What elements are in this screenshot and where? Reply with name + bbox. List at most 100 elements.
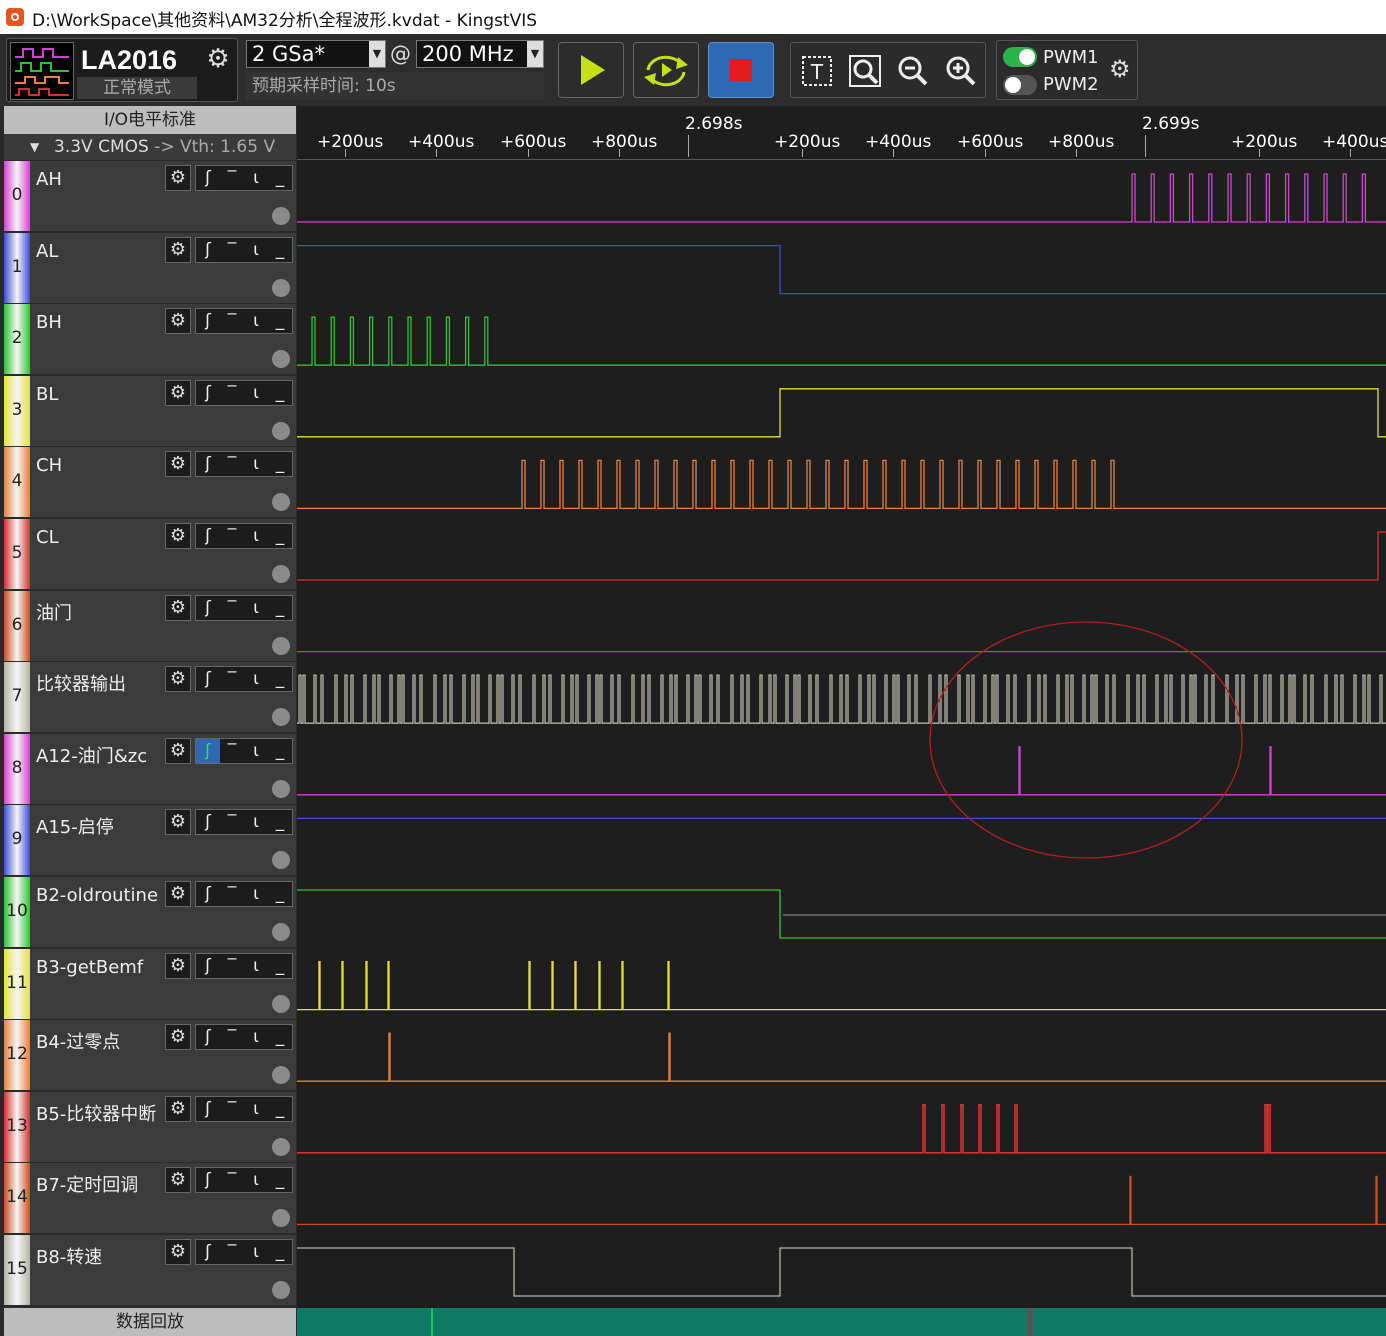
falling-edge-trigger-icon[interactable]: ɩ [244, 954, 268, 978]
channel-settings-gear-icon[interactable]: ⚙ [165, 881, 191, 907]
low-level-trigger-icon[interactable]: _ [268, 954, 292, 978]
time-ruler[interactable]: +200us +400us +600us +800us +200us +400us +600… [297, 106, 1386, 160]
rising-edge-trigger-icon[interactable]: ʃ [196, 738, 220, 763]
low-level-trigger-icon[interactable]: _ [268, 667, 292, 691]
channel-settings-gear-icon[interactable]: ⚙ [165, 236, 191, 263]
low-level-trigger-icon[interactable]: _ [268, 596, 292, 620]
channel-name[interactable]: B4-过零点 [36, 1028, 120, 1054]
low-level-trigger-icon[interactable]: _ [268, 1025, 292, 1049]
channel-settings-gear-icon[interactable]: ⚙ [165, 1095, 191, 1122]
channel-status-dot[interactable] [272, 1281, 290, 1299]
channel-status-dot[interactable] [272, 636, 290, 655]
channel-name[interactable]: B2-oldroutine [36, 885, 158, 906]
channel-settings-gear-icon[interactable]: ⚙ [165, 594, 191, 621]
io-standard-select[interactable]: ▼ 3.3V CMOS -> Vth: 1.65 V [4, 134, 296, 160]
text-cursor-icon[interactable]: T [797, 51, 837, 91]
falling-edge-trigger-icon[interactable]: ɩ [244, 596, 268, 620]
channel-name[interactable]: B3-getBemf [36, 957, 143, 978]
channel-name[interactable]: B5-比较器中断 [36, 1100, 156, 1126]
low-level-trigger-icon[interactable]: _ [268, 309, 292, 333]
rising-edge-trigger-icon[interactable]: ʃ [196, 882, 220, 906]
channel-settings-gear-icon[interactable]: ⚙ [165, 1239, 191, 1265]
high-level-trigger-icon[interactable]: ‾ [220, 810, 244, 834]
low-level-trigger-icon[interactable]: _ [268, 1240, 292, 1264]
channel-row[interactable]: 13 B5-比较器中断 ⚙ ʃ ‾ ɩ _ [4, 1091, 296, 1162]
falling-edge-trigger-icon[interactable]: ɩ [244, 524, 268, 548]
device-mode[interactable]: 正常模式 [77, 77, 197, 99]
channel-name[interactable]: AH [36, 169, 62, 190]
device-settings-gear-icon[interactable]: ⚙ [201, 43, 235, 75]
channel-name[interactable]: BL [36, 384, 58, 405]
rising-edge-trigger-icon[interactable]: ʃ [196, 309, 220, 333]
falling-edge-trigger-icon[interactable]: ɩ [244, 1025, 268, 1049]
rising-edge-trigger-icon[interactable]: ʃ [196, 1025, 220, 1049]
zoom-in-icon[interactable] [941, 51, 981, 91]
channel-status-dot[interactable] [272, 421, 290, 440]
channel-name[interactable]: A15-启停 [36, 813, 114, 839]
channel-status-dot[interactable] [272, 851, 290, 870]
channel-row[interactable]: 1 AL ⚙ ʃ ‾ ɩ _ [4, 232, 296, 303]
falling-edge-trigger-icon[interactable]: ɩ [244, 166, 268, 190]
channel-row[interactable]: 6 油门 ⚙ ʃ ‾ ɩ _ [4, 590, 296, 661]
high-level-trigger-icon[interactable]: ‾ [220, 238, 244, 262]
falling-edge-trigger-icon[interactable]: ɩ [244, 810, 268, 834]
channel-settings-gear-icon[interactable]: ⚙ [165, 379, 191, 406]
channel-row[interactable]: 4 CH ⚙ ʃ ‾ ɩ _ [4, 447, 296, 518]
channel-name[interactable]: AL [36, 241, 58, 262]
logic-analyzer-icon[interactable] [10, 42, 74, 100]
rising-edge-trigger-icon[interactable]: ʃ [196, 1168, 220, 1192]
channel-settings-gear-icon[interactable]: ⚙ [165, 666, 191, 693]
rising-edge-trigger-icon[interactable]: ʃ [196, 524, 220, 548]
high-level-trigger-icon[interactable]: ‾ [220, 1240, 244, 1264]
stop-capture-button[interactable] [708, 42, 774, 98]
high-level-trigger-icon[interactable]: ‾ [220, 309, 244, 333]
playback-view-handle[interactable] [1027, 1308, 1033, 1336]
high-level-trigger-icon[interactable]: ‾ [220, 596, 244, 620]
channel-name[interactable]: 油门 [36, 599, 72, 625]
low-level-trigger-icon[interactable]: _ [268, 739, 292, 763]
channel-settings-gear-icon[interactable]: ⚙ [165, 737, 191, 764]
loop-capture-button[interactable] [633, 42, 699, 98]
frequency-select[interactable]: 200 MHz ▼ [416, 40, 544, 68]
high-level-trigger-icon[interactable]: ‾ [220, 381, 244, 405]
channel-row[interactable]: 12 B4-过零点 ⚙ ʃ ‾ ɩ _ [4, 1020, 296, 1091]
channel-name[interactable]: BH [36, 312, 62, 333]
channel-row[interactable]: 8 A12-油门&zc ⚙ ʃ ‾ ɩ _ [4, 733, 296, 804]
channel-name[interactable]: B7-定时回调 [36, 1171, 138, 1197]
falling-edge-trigger-icon[interactable]: ɩ [244, 882, 268, 906]
channel-status-dot[interactable] [272, 278, 290, 297]
rising-edge-trigger-icon[interactable]: ʃ [196, 667, 220, 691]
low-level-trigger-icon[interactable]: _ [268, 524, 292, 548]
channel-status-dot[interactable] [272, 1137, 290, 1156]
high-level-trigger-icon[interactable]: ‾ [220, 166, 244, 190]
channel-status-dot[interactable] [272, 1209, 290, 1228]
low-level-trigger-icon[interactable]: _ [268, 166, 292, 190]
falling-edge-trigger-icon[interactable]: ɩ [244, 739, 268, 763]
channel-settings-gear-icon[interactable]: ⚙ [165, 523, 191, 549]
channel-status-dot[interactable] [272, 994, 290, 1013]
channel-status-dot[interactable] [272, 708, 290, 727]
channel-status-dot[interactable] [272, 923, 290, 941]
rising-edge-trigger-icon[interactable]: ʃ [196, 810, 220, 834]
channel-status-dot[interactable] [272, 493, 290, 512]
sample-rate-select[interactable]: 2 GSa* ▼ [246, 40, 386, 68]
low-level-trigger-icon[interactable]: _ [268, 238, 292, 262]
channel-row[interactable]: 0 AH ⚙ ʃ ‾ ɩ _ [4, 161, 296, 231]
playback-position-marker[interactable] [431, 1308, 433, 1336]
channel-settings-gear-icon[interactable]: ⚙ [165, 308, 191, 335]
channel-row[interactable]: 3 BL ⚙ ʃ ‾ ɩ _ [4, 375, 296, 446]
falling-edge-trigger-icon[interactable]: ɩ [244, 667, 268, 691]
channel-settings-gear-icon[interactable]: ⚙ [165, 1167, 191, 1194]
rising-edge-trigger-icon[interactable]: ʃ [196, 954, 220, 978]
high-level-trigger-icon[interactable]: ‾ [220, 954, 244, 978]
channel-settings-gear-icon[interactable]: ⚙ [165, 451, 191, 478]
channel-name[interactable]: B8-转速 [36, 1243, 102, 1269]
channel-row[interactable]: 9 A15-启停 ⚙ ʃ ‾ ɩ _ [4, 805, 296, 876]
falling-edge-trigger-icon[interactable]: ɩ [244, 1168, 268, 1192]
channel-status-dot[interactable] [272, 350, 290, 369]
channel-status-dot[interactable] [272, 779, 290, 798]
channel-status-dot[interactable] [272, 1066, 290, 1085]
falling-edge-trigger-icon[interactable]: ɩ [244, 381, 268, 405]
high-level-trigger-icon[interactable]: ‾ [220, 1168, 244, 1192]
high-level-trigger-icon[interactable]: ‾ [220, 882, 244, 906]
